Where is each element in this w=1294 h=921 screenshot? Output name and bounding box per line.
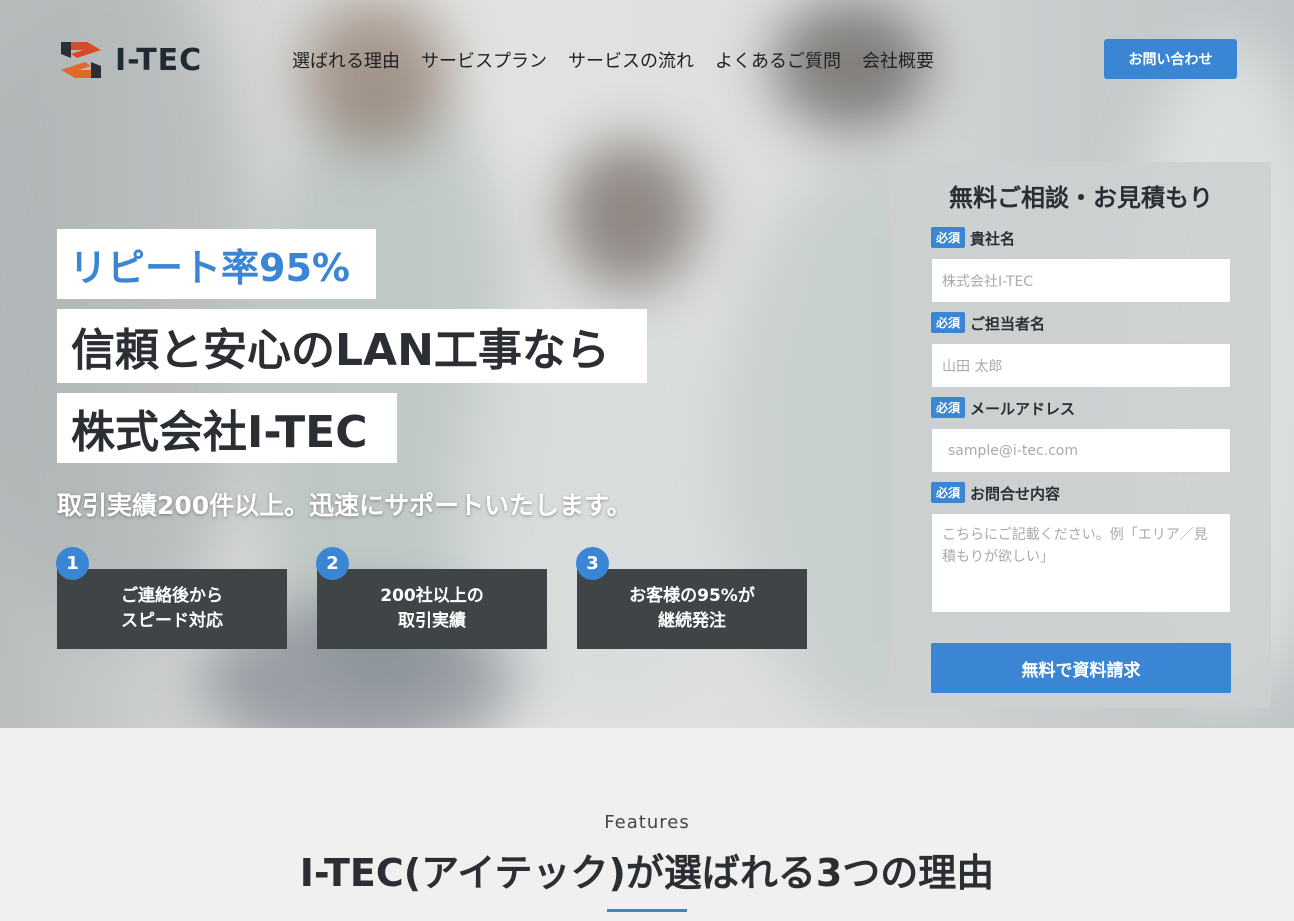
email-label: メールアドレス (970, 400, 1076, 418)
feature-line: 取引実績 (398, 611, 466, 631)
required-badge: 必須 (931, 312, 966, 333)
hero-tagline: リピート率95% (57, 229, 376, 299)
nav-item-faq[interactable]: よくあるご質問 (715, 47, 841, 73)
feature-card: 1 ご連絡後から スピード対応 (56, 547, 287, 649)
feature-number-badge: 2 (316, 547, 349, 580)
section-title: I-TEC(アイテック)が選ばれる3つの理由 (299, 851, 995, 895)
feature-line: お客様の95%が (629, 586, 755, 606)
nav-item-flow[interactable]: サービスの流れ (568, 47, 694, 73)
form-title: 無料ご相談・お見積もり (949, 184, 1213, 212)
contact-person-input[interactable]: 山田 太郎 (931, 343, 1231, 388)
hero-subline: 取引実績200件以上。迅速にサポートいたします。 (57, 491, 632, 520)
consultation-form: 無料ご相談・お見積もり 必須 貴社名 株式会社I-TEC 必須 ご担当者名 山田… (891, 162, 1271, 708)
required-badge: 必須 (931, 227, 966, 248)
required-badge: 必須 (931, 482, 966, 503)
nav-item-company[interactable]: 会社概要 (862, 47, 934, 73)
email-input[interactable]: sample@i-tec.com (931, 428, 1231, 473)
inquiry-label: お問合せ内容 (970, 485, 1061, 503)
hero-headline: 信頼と安心のLAN工事なら (57, 309, 647, 383)
logo-icon (57, 36, 105, 84)
feature-line: スピード対応 (121, 611, 223, 631)
logo-text: I-TEC (115, 42, 203, 78)
contact-person-label: ご担当者名 (970, 315, 1046, 333)
main-nav: 選ばれる理由 サービスプラン サービスの流れ よくあるご質問 会社概要 (292, 47, 934, 73)
feature-card: 3 お客様の95%が 継続発注 (576, 547, 807, 649)
company-name-label: 貴社名 (970, 230, 1016, 248)
section-eyebrow: Features (604, 812, 690, 833)
nav-item-reasons[interactable]: 選ばれる理由 (292, 47, 400, 73)
feature-card: 2 200社以上の 取引実績 (316, 547, 547, 649)
hero-company-name: 株式会社I-TEC (57, 393, 397, 463)
feature-line: ご連絡後から (121, 586, 223, 606)
site-logo[interactable]: I-TEC (57, 36, 202, 84)
required-badge: 必須 (931, 397, 966, 418)
title-underline (607, 909, 687, 912)
submit-button[interactable]: 無料で資料請求 (931, 643, 1231, 693)
hero-section: I-TEC 選ばれる理由 サービスプラン サービスの流れ よくあるご質問 会社概… (0, 0, 1294, 728)
feature-line: 継続発注 (658, 611, 726, 631)
contact-button[interactable]: お問い合わせ (1104, 39, 1237, 79)
company-name-input[interactable]: 株式会社I-TEC (931, 258, 1231, 303)
inquiry-textarea[interactable]: こちらにご記載ください。例「エリア／見積もりが欲しい」 (931, 513, 1231, 613)
nav-item-plans[interactable]: サービスプラン (421, 47, 547, 73)
feature-line: 200社以上の (380, 586, 484, 606)
feature-number-badge: 3 (576, 547, 609, 580)
feature-number-badge: 1 (56, 547, 89, 580)
